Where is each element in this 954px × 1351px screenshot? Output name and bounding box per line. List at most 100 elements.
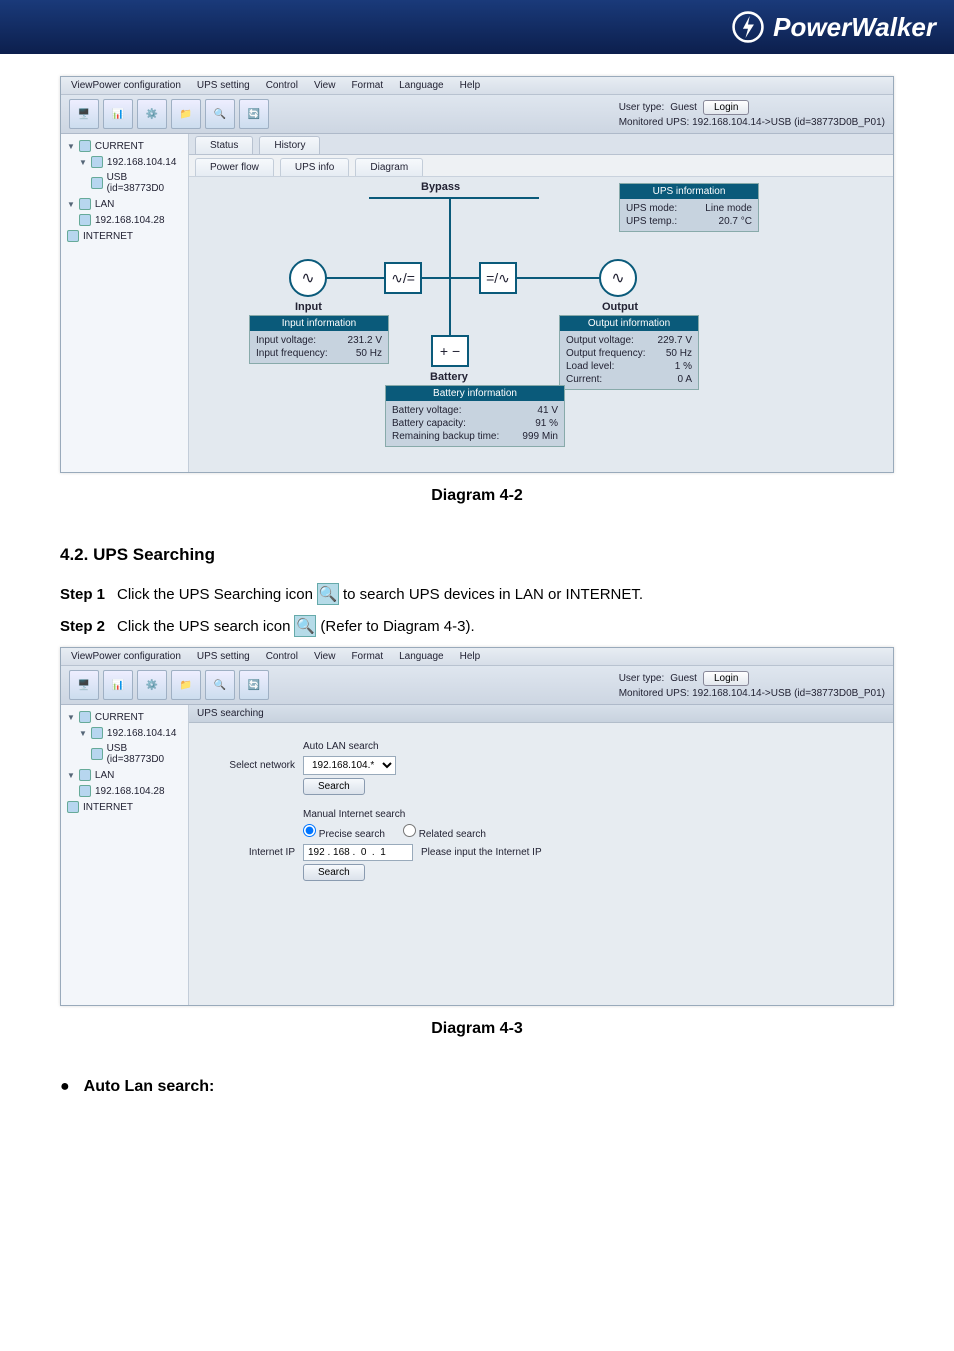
ups-info-panel: UPS information UPS mode:Line mode UPS t…: [619, 183, 759, 232]
bullet-auto-lan: Auto Lan search:: [60, 1078, 894, 1096]
tab-upsinfo[interactable]: UPS info: [280, 158, 349, 176]
menu-item[interactable]: UPS setting: [197, 80, 250, 91]
battery-label: Battery: [430, 371, 468, 383]
nav-tree: ▼CURRENT ▼192.168.104.14 USB (id=38773D0…: [61, 134, 189, 472]
precise-radio[interactable]: Precise search: [303, 824, 385, 840]
node-icon: [79, 785, 91, 797]
node-icon: [67, 801, 79, 813]
tab-powerflow[interactable]: Power flow: [195, 158, 274, 176]
menu-item[interactable]: Help: [460, 80, 481, 91]
search-icon: 🔍: [317, 583, 339, 605]
user-type-value: Guest: [670, 102, 697, 113]
app-screenshot-d43: ViewPower configuration UPS setting Cont…: [60, 647, 894, 1006]
menu-item[interactable]: View: [314, 80, 336, 91]
nav-internet[interactable]: INTERNET: [63, 228, 186, 244]
node-icon: [67, 230, 79, 242]
nav-ip[interactable]: ▼192.168.104.14: [63, 725, 186, 741]
node-icon: [79, 214, 91, 226]
battery-info-panel: Battery information Battery voltage:41 V…: [385, 385, 565, 447]
nav-current[interactable]: ▼CURRENT: [63, 138, 186, 154]
refresh-icon[interactable]: 🔄: [239, 99, 269, 129]
rectifier-icon: ∿/=: [384, 262, 422, 294]
tab-status[interactable]: Status: [195, 136, 253, 154]
search-icon[interactable]: 🔍: [205, 99, 235, 129]
battery-icon: + −: [431, 335, 469, 367]
search-icon: 🔍: [294, 615, 316, 637]
related-radio[interactable]: Related search: [403, 824, 486, 840]
menu-item[interactable]: Control: [266, 651, 298, 662]
internet-ip-input[interactable]: [303, 844, 413, 861]
tabs-secondary: Power flow UPS info Diagram: [189, 155, 893, 177]
gear-icon[interactable]: ⚙️: [137, 99, 167, 129]
input-node-icon: ∿: [289, 259, 327, 297]
grid-icon[interactable]: 📊: [103, 99, 133, 129]
toolbar: 🖥️ 📊 ⚙️ 📁 🔍 🔄 User type: Guest Login Mon…: [61, 666, 893, 705]
step1-line: Step 1 Click the UPS Searching icon 🔍 to…: [60, 583, 894, 605]
tab-history[interactable]: History: [259, 136, 320, 154]
auto-lan-title: Auto LAN search: [303, 741, 877, 752]
grid-icon[interactable]: 📊: [103, 670, 133, 700]
nav-usb[interactable]: USB (id=38773D0: [63, 741, 186, 767]
usb-icon: [91, 748, 103, 760]
menu-item[interactable]: Language: [399, 80, 444, 91]
user-type-row: User type: Guest Login: [619, 100, 885, 115]
output-label: Output: [602, 301, 638, 313]
nav-ip2[interactable]: 192.168.104.28: [63, 212, 186, 228]
folder-icon[interactable]: 📁: [171, 670, 201, 700]
nav-tree: ▼CURRENT ▼192.168.104.14 USB (id=38773D0…: [61, 705, 189, 1005]
page-banner: PowerWalker: [0, 0, 954, 54]
login-button[interactable]: Login: [703, 100, 749, 115]
menu-item[interactable]: ViewPower configuration: [71, 651, 181, 662]
nav-usb[interactable]: USB (id=38773D0: [63, 170, 186, 196]
menu-item[interactable]: ViewPower configuration: [71, 80, 181, 91]
bypass-label: Bypass: [421, 181, 460, 193]
node-icon: [79, 711, 91, 723]
gear-icon[interactable]: ⚙️: [137, 670, 167, 700]
nav-ip2[interactable]: 192.168.104.28: [63, 783, 186, 799]
main-area: Status History Power flow UPS info Diagr…: [189, 134, 893, 472]
monitored-ups-row: Monitored UPS: 192.168.104.14->USB (id=3…: [619, 117, 885, 128]
toolbar: 🖥️ 📊 ⚙️ 📁 🔍 🔄 User type: Guest Login Mon…: [61, 95, 893, 134]
powerflow-diagram: Bypass UPS information UPS mode:Line mod…: [189, 177, 893, 472]
menu-item[interactable]: View: [314, 651, 336, 662]
nav-internet[interactable]: INTERNET: [63, 799, 186, 815]
network-select[interactable]: 192.168.104.*: [303, 756, 396, 775]
search-icon[interactable]: 🔍: [205, 670, 235, 700]
user-type-label: User type:: [619, 673, 665, 684]
menu-item[interactable]: Format: [351, 80, 383, 91]
nav-lan[interactable]: ▼LAN: [63, 196, 186, 212]
caption-d43: Diagram 4-3: [60, 1020, 894, 1038]
refresh-icon[interactable]: 🔄: [239, 670, 269, 700]
usb-icon: [91, 177, 103, 189]
nav-current[interactable]: ▼CURRENT: [63, 709, 186, 725]
menu-item[interactable]: Help: [460, 651, 481, 662]
manual-title: Manual Internet search: [303, 809, 877, 820]
input-info-panel: Input information Input voltage:231.2 V …: [249, 315, 389, 364]
nav-ip[interactable]: ▼192.168.104.14: [63, 154, 186, 170]
node-icon: [91, 727, 103, 739]
folder-icon[interactable]: 📁: [171, 99, 201, 129]
search-button-2[interactable]: Search: [303, 864, 365, 881]
user-type-value: Guest: [670, 673, 697, 684]
monitored-ups-row: Monitored UPS: 192.168.104.14->USB (id=3…: [619, 688, 885, 699]
inverter-icon: =/∿: [479, 262, 517, 294]
output-node-icon: ∿: [599, 259, 637, 297]
search-button[interactable]: Search: [303, 778, 365, 795]
caption-d42: Diagram 4-2: [60, 487, 894, 505]
user-type-row: User type: Guest Login: [619, 671, 885, 686]
monitor-icon[interactable]: 🖥️: [69, 99, 99, 129]
internet-ip-label: Internet IP: [205, 847, 295, 858]
menu-item[interactable]: UPS setting: [197, 651, 250, 662]
node-icon: [79, 198, 91, 210]
login-button[interactable]: Login: [703, 671, 749, 686]
tabs-primary: Status History: [189, 134, 893, 155]
tab-diagram[interactable]: Diagram: [355, 158, 423, 176]
monitor-icon[interactable]: 🖥️: [69, 670, 99, 700]
nav-lan[interactable]: ▼LAN: [63, 767, 186, 783]
brand-mark-icon: [731, 10, 765, 44]
menu-item[interactable]: Format: [351, 651, 383, 662]
node-icon: [91, 156, 103, 168]
menu-item[interactable]: Language: [399, 651, 444, 662]
menu-item[interactable]: Control: [266, 80, 298, 91]
select-network-label: Select network: [205, 760, 295, 771]
